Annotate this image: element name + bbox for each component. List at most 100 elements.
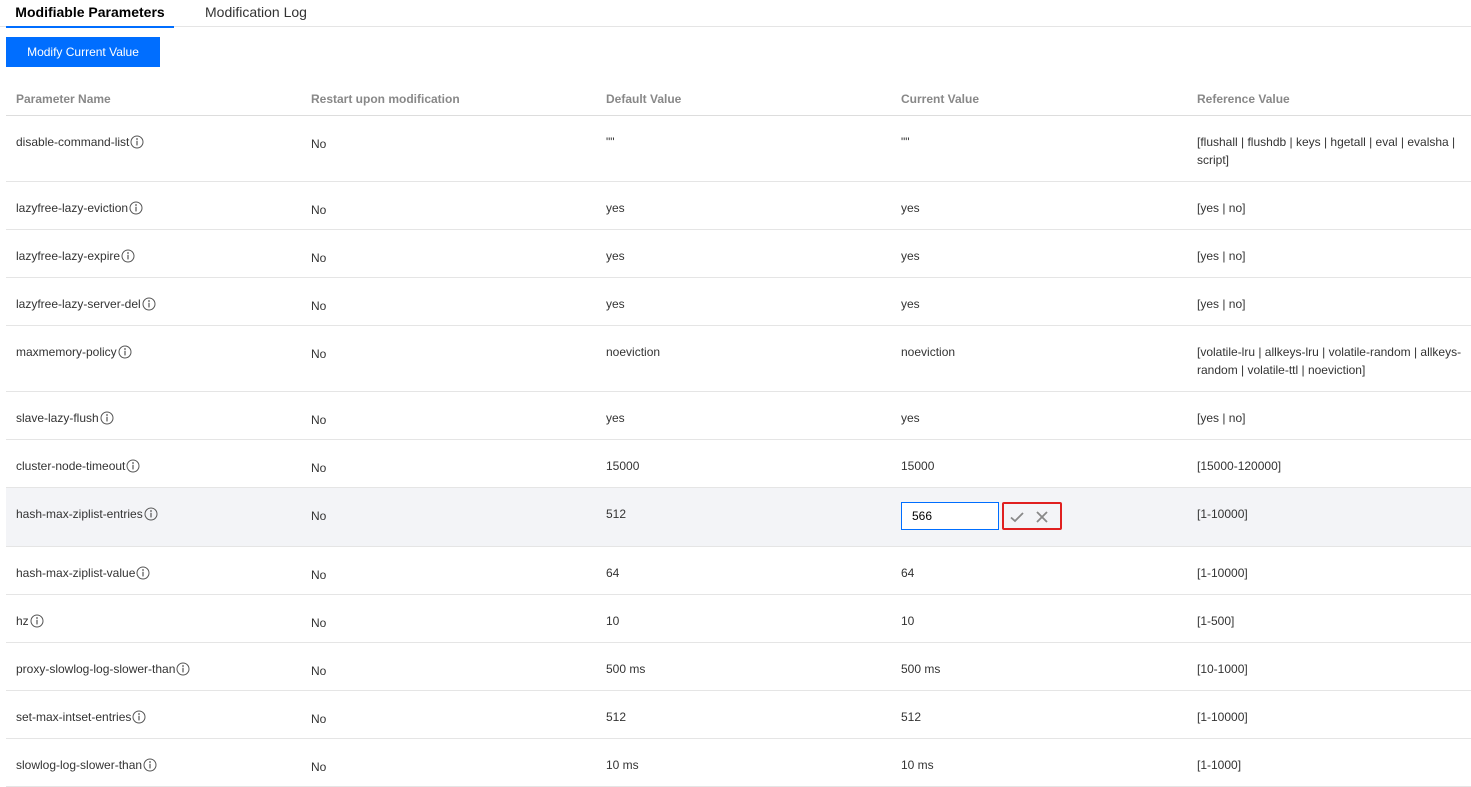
reference-value-cell: [yes | no] [1197, 201, 1246, 215]
parameter-name-cell: maxmemory-policy [16, 343, 301, 361]
table-row: hash-max-ziplist-value No 64 64 [1-10000] [6, 547, 1471, 595]
tab-bar: Modifiable Parameters Modification Log [0, 0, 1471, 28]
header-restart: Restart upon modification [311, 92, 460, 106]
reference-value-cell: [yes | no] [1197, 297, 1246, 311]
default-value-cell: 10 [606, 614, 620, 628]
parameter-name-cell: slowlog-log-slower-than [16, 756, 301, 774]
info-icon[interactable] [143, 758, 157, 772]
reference-value-cell: [1-500] [1197, 614, 1235, 628]
default-value-cell: 15000 [606, 459, 640, 473]
check-icon[interactable] [1008, 508, 1026, 526]
table-row: maxmemory-policy No noeviction noeviction [v… [6, 326, 1471, 392]
parameter-name-cell: disable-command-list [16, 133, 301, 151]
info-icon[interactable] [118, 345, 132, 359]
reference-value-cell: [1-10000] [1197, 710, 1248, 724]
restart-cell: No [311, 568, 327, 582]
header-default-value: Default Value [606, 92, 682, 106]
parameter-name-cell: cluster-node-timeout [16, 457, 301, 475]
reference-value-cell: [10-1000] [1197, 662, 1248, 676]
table-row: slave-lazy-flush No yes yes [yes | no] [6, 392, 1471, 440]
parameter-name-cell: lazyfree-lazy-eviction [16, 199, 301, 217]
reference-value-cell: [1-10000] [1197, 507, 1248, 521]
table-row: hash-max-ziplist-entries No 512 [1-10000] [6, 488, 1471, 547]
parameter-name-cell: hash-max-ziplist-entries [16, 505, 301, 523]
parameter-name: lazyfree-lazy-eviction [16, 201, 129, 215]
default-value-cell: yes [606, 249, 625, 263]
current-value-cell: 10 ms [901, 758, 934, 772]
default-value-cell: 500 ms [606, 662, 646, 676]
parameter-name-cell: lazyfree-lazy-server-del [16, 295, 301, 313]
info-icon[interactable] [132, 710, 146, 724]
reference-value-cell: [volatile-lru | allkeys-lru | volatile-r… [1197, 345, 1462, 377]
current-value-cell: 10 [901, 614, 915, 628]
parameter-name-cell: hz [16, 612, 301, 630]
restart-cell: No [311, 137, 327, 151]
table-row: lazyfree-lazy-server-del No yes yes [yes | n… [6, 278, 1471, 326]
current-value-input[interactable] [901, 502, 999, 530]
default-value-cell: "" [606, 135, 615, 149]
table-header: Parameter Name Restart upon modification… [6, 77, 1471, 116]
current-value-cell: yes [901, 201, 920, 215]
restart-cell: No [311, 509, 327, 523]
current-value-cell: noeviction [901, 345, 956, 359]
parameter-name: hz [16, 614, 29, 628]
table-row: lazyfree-lazy-expire No yes yes [yes | no] [6, 230, 1471, 278]
default-value-cell: 512 [606, 710, 627, 724]
parameter-name-cell: hash-max-ziplist-value [16, 564, 301, 582]
current-value-cell: 500 ms [901, 662, 941, 676]
info-icon[interactable] [30, 614, 44, 628]
default-value-cell: noeviction [606, 345, 661, 359]
reference-value-cell: [yes | no] [1197, 411, 1246, 425]
parameter-name: lazyfree-lazy-expire [16, 249, 121, 263]
info-icon[interactable] [136, 566, 150, 580]
parameter-name: hash-max-ziplist-value [16, 566, 136, 580]
info-icon[interactable] [144, 507, 158, 521]
table-row: hz No 10 10 [1-500] [6, 595, 1471, 643]
restart-cell: No [311, 616, 327, 630]
current-value-cell: 15000 [901, 459, 935, 473]
info-icon[interactable] [121, 249, 135, 263]
info-icon[interactable] [142, 297, 156, 311]
parameter-name: proxy-slowlog-log-slower-than [16, 662, 176, 676]
current-value-cell: "" [901, 135, 910, 149]
parameter-name: set-max-intset-entries [16, 710, 132, 724]
restart-cell: No [311, 347, 327, 361]
parameters-table: Parameter Name Restart upon modification… [6, 77, 1471, 787]
restart-cell: No [311, 299, 327, 313]
restart-cell: No [311, 461, 327, 475]
table-row: disable-command-list No "" "" [flushall | fl… [6, 116, 1471, 182]
parameter-name-cell: lazyfree-lazy-expire [16, 247, 301, 265]
restart-cell: No [311, 760, 327, 774]
header-parameter-name: Parameter Name [16, 92, 111, 106]
reference-value-cell: [1-10000] [1197, 566, 1248, 580]
header-reference-value: Reference Value [1197, 92, 1290, 106]
parameter-name: slave-lazy-flush [16, 411, 99, 425]
current-value-cell: 64 [901, 566, 915, 580]
reference-value-cell: [flushall | flushdb | keys | hgetall | e… [1197, 135, 1456, 167]
info-icon[interactable] [176, 662, 190, 676]
table-row: cluster-node-timeout No 15000 15000 [15000-1… [6, 440, 1471, 488]
reference-value-cell: [yes | no] [1197, 249, 1246, 263]
default-value-cell: yes [606, 201, 625, 215]
info-icon[interactable] [100, 411, 114, 425]
table-row: proxy-slowlog-log-slower-than No 500 ms 500… [6, 643, 1471, 691]
default-value-cell: 512 [606, 507, 627, 521]
table-row: slowlog-log-slower-than No 10 ms 10 ms [1-10… [6, 739, 1471, 787]
info-icon[interactable] [130, 135, 144, 149]
modify-current-value-button[interactable]: Modify Current Value [6, 37, 160, 67]
close-icon[interactable] [1033, 508, 1051, 526]
tab-modifiable-parameters[interactable]: Modifiable Parameters [6, 0, 174, 28]
parameter-name-cell: set-max-intset-entries [16, 708, 301, 726]
current-value-cell: 512 [901, 710, 922, 724]
restart-cell: No [311, 251, 327, 265]
info-icon[interactable] [126, 459, 140, 473]
reference-value-cell: [15000-120000] [1197, 459, 1282, 473]
current-value-cell: yes [901, 297, 920, 311]
table-row: set-max-intset-entries No 512 512 [1-10000] [6, 691, 1471, 739]
default-value-cell: 64 [606, 566, 620, 580]
info-icon[interactable] [129, 201, 143, 215]
parameter-name: lazyfree-lazy-server-del [16, 297, 141, 311]
header-current-value: Current Value [901, 92, 980, 106]
default-value-cell: yes [606, 411, 625, 425]
tab-modification-log[interactable]: Modification Log [195, 0, 317, 26]
